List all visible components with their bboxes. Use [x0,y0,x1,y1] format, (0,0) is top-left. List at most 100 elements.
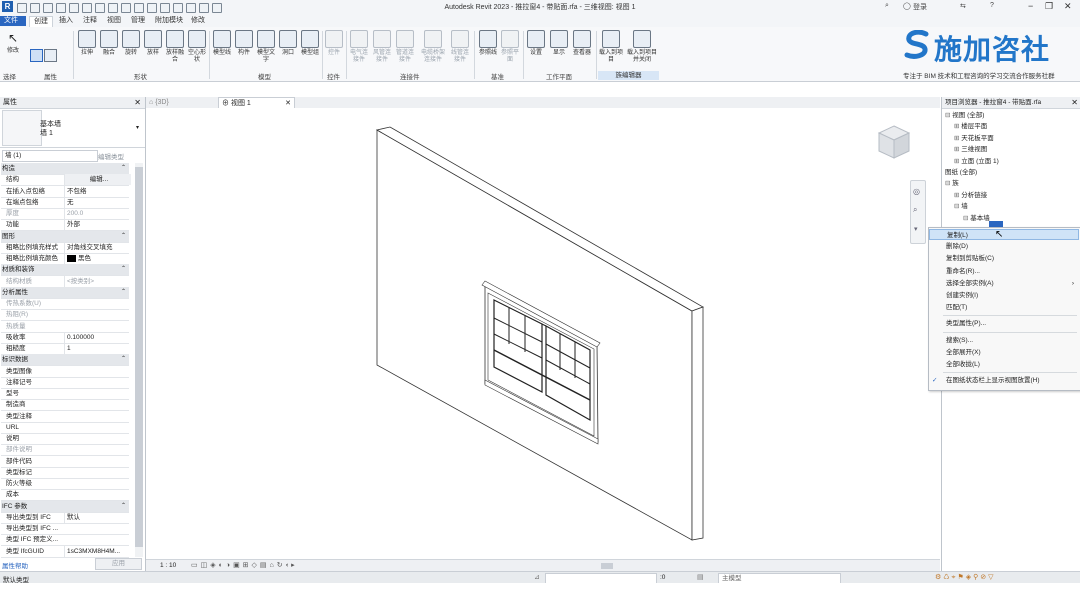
minimize-icon[interactable]: − [1028,1,1033,11]
property-row[interactable]: 在插入点包络 不包络 [1,185,131,198]
zoom-icon[interactable]: ⌕ [913,205,917,215]
context-menu-item[interactable]: 复制(L) [929,229,1079,240]
property-value[interactable]: 0.100000 [64,331,131,343]
context-menu-item[interactable]: 创建实例(I) [929,290,1079,301]
sweep-button[interactable]: 放样 [142,30,164,57]
tab-file[interactable]: 文件 [0,16,26,26]
model-line-button[interactable]: 模型线 [211,30,233,57]
tab-create[interactable]: 创建 [29,16,53,27]
property-group-header[interactable]: IFC 参数 ⌃ [1,500,129,513]
worksets-icon[interactable]: ⊿ [534,573,540,581]
browser-node[interactable]: ⊞ 天花板平面 [954,132,994,142]
context-menu-item[interactable]: 全部收拢(L) [929,359,1079,370]
tab-modify[interactable]: 修改 [187,16,209,26]
context-menu-item[interactable]: 搜索(S)... [929,335,1079,346]
load-and-close-button[interactable]: 载入到项目并关闭 [626,30,658,64]
property-group-header[interactable]: 标识数据 ⌃ [1,354,129,367]
tab-view[interactable]: 视图 [103,16,125,26]
property-value[interactable]: 1 [64,343,131,354]
wall-3d-model[interactable] [146,108,940,558]
modify-button[interactable]: ↖ 修改 [2,30,24,55]
set-workplane-button[interactable]: 设置 [525,30,547,57]
tab-annotate[interactable]: 注释 [79,16,101,26]
collapse-group-icon[interactable]: ⌃ [121,163,126,174]
context-menu-item[interactable]: 选择全部实例(A) › [929,278,1079,289]
property-group-header[interactable]: 图形 ⌃ [1,230,129,243]
cart-icon[interactable]: ⇆ [960,2,966,10]
property-group-header[interactable]: 构造 ⌃ [1,163,129,175]
sign-in-link[interactable]: 登录 [913,2,927,12]
browser-node[interactable]: ⊟ 视图 (全部) [945,109,984,119]
collapse-group-icon[interactable]: ⌃ [121,287,126,298]
property-row[interactable]: 热质量 [1,321,129,333]
property-group-header[interactable]: 材质和装饰 ⌃ [1,264,129,277]
type-properties-icon[interactable] [44,49,57,62]
property-row[interactable]: 功能 外部 [1,219,131,232]
context-menu-item[interactable]: 匹配(T) [929,302,1079,313]
browser-node[interactable]: ⊟ 墙 [954,200,968,210]
browser-node[interactable]: ⊞ 立面 (立面 1) [954,155,999,165]
collapse-group-icon[interactable]: ⌃ [121,354,126,365]
duct-connector-button[interactable]: 风管连接件 [371,30,393,64]
collapse-group-icon[interactable]: ⌃ [121,264,126,275]
load-into-project-button[interactable]: 载入到项目 [599,30,623,64]
context-menu-item[interactable]: 重命名(R)... [929,266,1079,277]
view-cube[interactable] [876,124,912,160]
property-row[interactable]: 粗略比例填充颜色 黑色 [1,253,129,265]
property-row[interactable]: 在端点包络 无 [1,196,129,209]
context-menu-item[interactable]: 类型属性(P)... [929,318,1079,329]
scale-label[interactable]: 1 : 10 [160,562,176,569]
nav-chevron-down-icon[interactable]: ▾ [914,225,918,233]
collapse-group-icon[interactable]: ⌃ [121,231,126,242]
scrollbar-thumb[interactable] [135,167,143,547]
property-value[interactable]: 编辑... [64,174,131,186]
close-window-icon[interactable]: ✕ [1064,1,1072,12]
property-row[interactable]: 类型 IfcGUID 1sC3MXM8H4M... [1,545,131,558]
view-controls-icons[interactable]: ▭◫◈◐◑▣⊞◇▤⌂↻◦▸ [191,561,298,569]
property-row[interactable]: 部件说明 [1,444,129,457]
reference-plane-button[interactable]: 参照平面 [499,30,521,64]
property-row[interactable]: 类型 IFC 预定义... [1,534,129,547]
property-row[interactable]: 传热系数(U) [1,298,129,310]
blend-button[interactable]: 融合 [98,30,120,57]
scroll-left-icon[interactable]: ‹ [286,562,288,569]
close-browser-icon[interactable]: ✕ [1071,97,1078,108]
property-row[interactable]: 制造商 [1,399,129,412]
property-value[interactable]: 外部 [64,219,131,231]
property-row[interactable]: 厚度 200.0 [1,208,129,220]
property-row[interactable]: 成本 [1,489,129,502]
tab-insert[interactable]: 插入 [55,16,77,26]
conduit-connector-button[interactable]: 线管连接件 [449,30,471,64]
instance-filter-dropdown[interactable]: 墙 (1) [2,150,98,162]
property-value[interactable]: 黑色 [64,253,131,264]
properties-help-link[interactable]: 属性帮助 [2,560,28,570]
collapse-group-icon[interactable]: ⌃ [121,501,126,512]
property-row[interactable]: 导出类型到 IFC 默认 [1,511,129,524]
context-menu-item[interactable]: ✓ 在图纸状态栏上显示视图放置(H) [929,375,1079,386]
view-cube-icon[interactable] [876,124,912,160]
apply-button[interactable]: 应用 [95,558,142,570]
property-row[interactable]: 导出类型到 IFC ... [1,523,129,535]
property-row[interactable]: 热阻(R) [1,309,129,322]
design-options-icon[interactable]: ▤ [697,573,704,581]
search-icon[interactable]: ⌕ [885,2,889,10]
revolve-button[interactable]: 旋转 [120,30,142,57]
reference-line-button[interactable]: 参照线 [477,30,499,57]
restore-icon[interactable]: ❐ [1045,1,1053,12]
property-group-header[interactable]: 分析属性 ⌃ [1,286,129,299]
property-row[interactable]: 吸收率 0.100000 [1,331,131,344]
property-row[interactable]: 防火等级 [1,478,129,490]
property-value[interactable]: 不包络 [64,185,131,197]
property-value[interactable]: 对角线交叉填充 [64,241,131,253]
property-row[interactable]: 说明 [1,433,129,445]
property-row[interactable]: 粗糙度 1 [1,343,129,355]
property-row[interactable]: 结构材质 <按类别> [1,275,129,288]
steering-wheel-icon[interactable]: ◎ [913,187,920,196]
context-menu-item[interactable]: 删除(D) [929,241,1079,252]
tab-addins[interactable]: 附加模块 [151,16,187,26]
browser-node[interactable]: ⊞ 楼层平面 [954,120,987,130]
opening-button[interactable]: 洞口 [277,30,299,57]
pipe-connector-button[interactable]: 管道连接件 [394,30,416,64]
model-group-button[interactable]: 模型组 [299,30,321,57]
property-value[interactable]: 1sC3MXM8H4M... [64,545,131,557]
